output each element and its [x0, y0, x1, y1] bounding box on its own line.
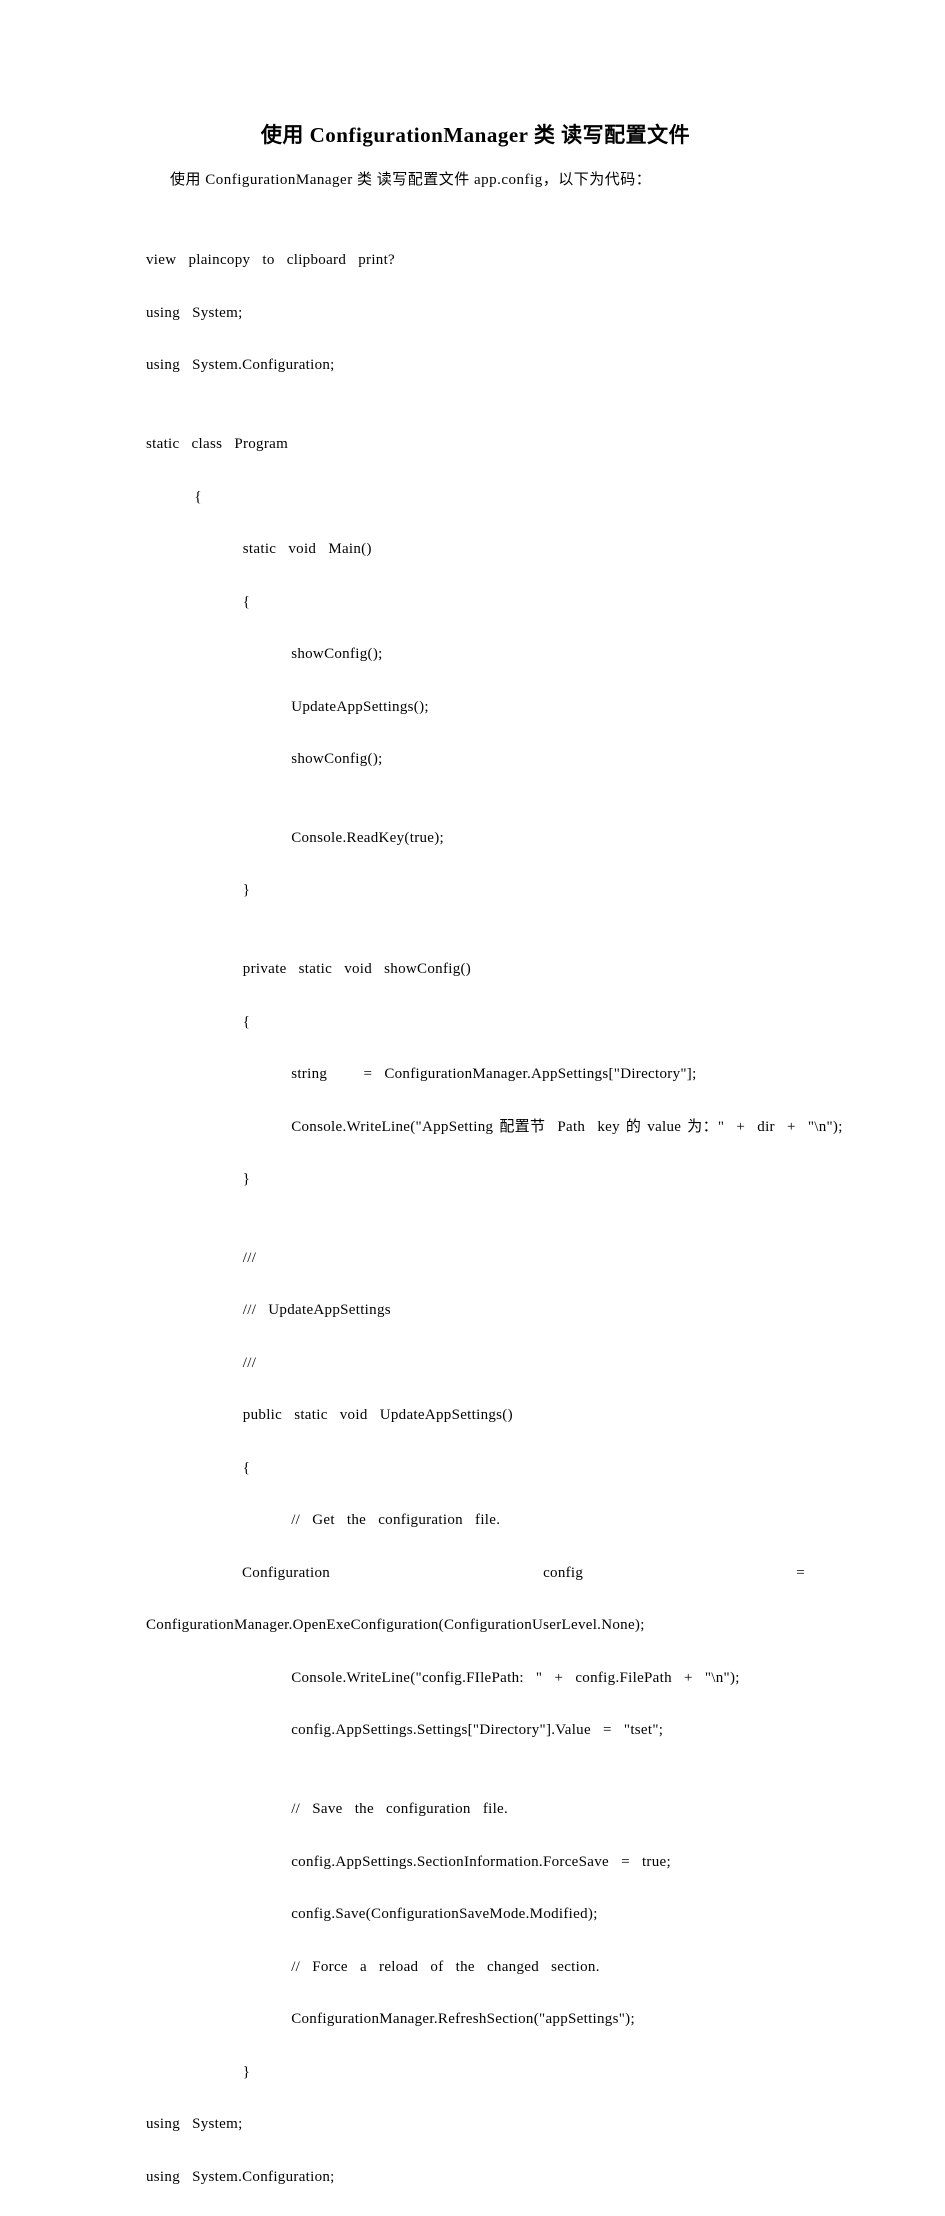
code-line: // Force a reload of the changed section…: [146, 1954, 805, 1980]
code-line: /// UpdateAppSettings: [146, 1297, 805, 1323]
code-line: ///: [146, 1350, 805, 1376]
code-line: }: [146, 877, 805, 903]
code-line: }: [146, 1166, 805, 1192]
code-line: config.AppSettings.SectionInformation.Fo…: [146, 1849, 805, 1875]
code-line: showConfig();: [146, 641, 805, 667]
code-line: Console.ReadKey(true);: [146, 825, 805, 851]
code-line-justified: Configuration config =: [146, 1560, 805, 1586]
code-line: static void Main(): [146, 536, 805, 562]
code-line: {: [146, 1009, 805, 1035]
code-line: using System;: [146, 300, 805, 326]
code-token: Configuration: [242, 1560, 330, 1586]
code-line: view plaincopy to clipboard print?: [146, 247, 805, 273]
code-token: config: [543, 1560, 583, 1586]
code-line: static class Program: [146, 431, 805, 457]
code-line: // Save the configuration file.: [146, 1796, 805, 1822]
code-line: config.Save(ConfigurationSaveMode.Modifi…: [146, 1901, 805, 1927]
code-line: config.AppSettings.Settings["Directory"]…: [146, 1717, 805, 1743]
code-token: =: [796, 1560, 805, 1586]
code-line: UpdateAppSettings();: [146, 694, 805, 720]
code-line: string = ConfigurationManager.AppSetting…: [146, 1061, 805, 1087]
code-line: ///: [146, 1245, 805, 1271]
code-line: Console.WriteLine("config.FIlePath: " + …: [146, 1665, 805, 1691]
code-line: using System;: [146, 2111, 805, 2137]
code-line: Console.WriteLine("AppSetting 配置节 Path k…: [146, 1114, 805, 1140]
code-line: using System.Configuration;: [146, 352, 805, 378]
code-line: {: [146, 1455, 805, 1481]
code-line: using System.Configuration;: [146, 2164, 805, 2190]
code-block: view plaincopy to clipboard print? using…: [146, 221, 805, 2216]
code-line: ConfigurationManager.RefreshSection("app…: [146, 2006, 805, 2032]
code-line: showConfig();: [146, 746, 805, 772]
code-line: {: [146, 589, 805, 615]
code-line: }: [146, 2059, 805, 2085]
code-line: {: [146, 484, 805, 510]
document-title: 使用 ConfigurationManager 类 读写配置文件: [146, 118, 805, 154]
intro-text: 使用 ConfigurationManager 类 读写配置文件 app.con…: [146, 168, 805, 194]
code-line: ConfigurationManager.OpenExeConfiguratio…: [146, 1612, 805, 1638]
code-line: // Get the configuration file.: [146, 1507, 805, 1533]
code-line: private static void showConfig(): [146, 956, 805, 982]
code-line: public static void UpdateAppSettings(): [146, 1402, 805, 1428]
